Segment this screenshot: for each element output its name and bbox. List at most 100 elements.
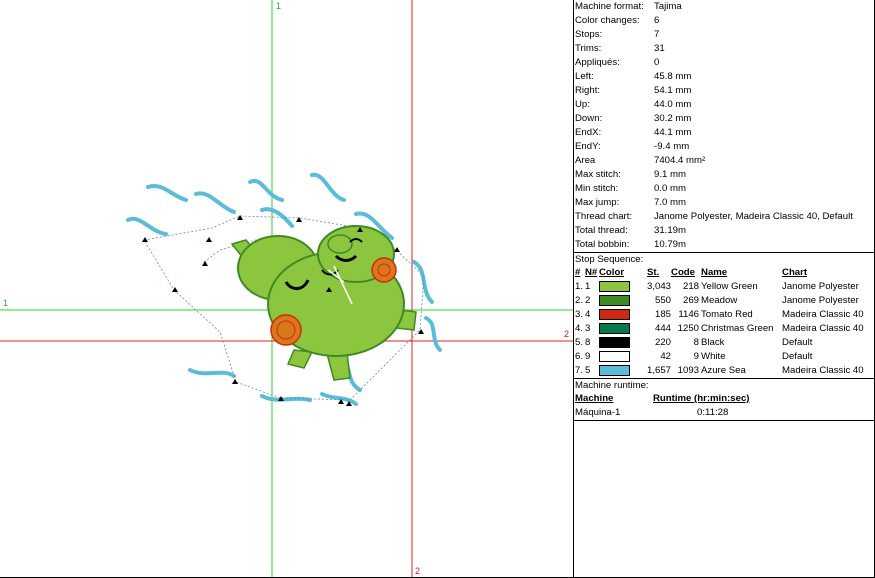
summary-label: Down: xyxy=(575,113,603,124)
summary-label: EndX: xyxy=(575,127,602,138)
col-num-header: # xyxy=(575,267,581,278)
design-canvas[interactable]: 1 1 2 2 xyxy=(0,0,574,578)
stop-stitch-count: 220 xyxy=(655,337,672,348)
summary-value: 0 xyxy=(654,57,660,68)
summary-row: Trims: 31 xyxy=(573,42,874,56)
red-guide-right-label: 2 xyxy=(564,329,570,339)
thread-name: Black xyxy=(701,337,725,348)
stop-sequence-table: # N# Color St. Code Name Chart 1. 1 3,043 2… xyxy=(573,266,874,378)
stop-sequence-header-row: # N# Color St. Code Name Chart xyxy=(573,266,874,280)
summary-label: EndY: xyxy=(575,141,601,152)
stop-sequence-section: Stop Sequence: # N# Color St. Code Name … xyxy=(573,253,874,379)
stop-num: 7. xyxy=(575,365,584,376)
summary-row: Max jump: 7.0 mm xyxy=(573,196,874,210)
summary-value: 30.2 mm xyxy=(654,113,692,124)
machine-runtime-title: Machine runtime: xyxy=(575,380,649,391)
summary-row: Max stitch: 9.1 mm xyxy=(573,168,874,182)
thread-name: Yellow Green xyxy=(701,281,758,292)
thread-color-swatch xyxy=(599,336,647,350)
summary-row: Min stitch: 0.0 mm xyxy=(573,182,874,196)
summary-value: 0.0 mm xyxy=(654,183,686,194)
stop-row: 2. 2 550 269 Meadow Janome Polyester xyxy=(573,294,874,308)
stop-stitch-count: 42 xyxy=(660,351,672,362)
summary-row: Total thread: 31.19m xyxy=(573,224,874,238)
summary-label: Stops: xyxy=(575,29,603,40)
stop-num: 2. xyxy=(575,295,584,306)
summary-value: 45.8 mm xyxy=(654,71,692,82)
stop-row: 3. 4 185 1146 Tomato Red Madeira Classic 40 xyxy=(573,308,874,322)
thread-code: 8 xyxy=(693,337,700,348)
col-code-header: Code xyxy=(671,267,695,278)
summary-row: Machine format: Tajima xyxy=(573,0,874,14)
summary-row: Color changes: 6 xyxy=(573,14,874,28)
green-guide-top-label: 1 xyxy=(276,1,282,11)
summary-label: Up: xyxy=(575,99,590,110)
stop-num: 1. xyxy=(575,281,584,292)
thread-code: 9 xyxy=(693,351,700,362)
stop-num: 3. xyxy=(575,309,584,320)
col-name-header: Name xyxy=(701,267,728,278)
color-swatch xyxy=(599,280,630,292)
summary-value: 10.79m xyxy=(654,239,686,250)
thread-name: Meadow xyxy=(701,295,738,306)
summary-value: -9.4 mm xyxy=(654,141,690,152)
col-machine-header: Machine xyxy=(575,393,614,404)
thread-color-swatch xyxy=(599,308,647,322)
thread-name: Azure Sea xyxy=(701,365,746,376)
thread-color-swatch xyxy=(599,322,647,336)
summary-value: 31.19m xyxy=(654,225,686,236)
stop-needle: 8 xyxy=(585,337,591,348)
summary-label: Trims: xyxy=(575,43,602,54)
summary-label: Max stitch: xyxy=(575,169,621,180)
design-summary: Machine format: Tajima Color changes: 6 Stop… xyxy=(573,0,874,253)
thread-name: White xyxy=(701,351,726,362)
stop-needle: 9 xyxy=(585,351,591,362)
summary-label: Min stitch: xyxy=(575,183,619,194)
summary-value: 44.0 mm xyxy=(654,99,692,110)
summary-row: Appliqués: 0 xyxy=(573,56,874,70)
stop-needle: 4 xyxy=(585,309,591,320)
thread-name: Christmas Green xyxy=(701,323,774,334)
summary-row: Down: 30.2 mm xyxy=(573,112,874,126)
thread-chart: Madeira Classic 40 xyxy=(782,323,864,334)
col-color-header: Color xyxy=(599,267,625,278)
stop-needle: 2 xyxy=(585,295,591,306)
col-chart-header: Chart xyxy=(782,267,808,278)
design-info-panel: Machine format: Tajima Color changes: 6 Stop… xyxy=(573,0,875,578)
stop-sequence-title: Stop Sequence: xyxy=(575,254,644,265)
summary-label: Right: xyxy=(575,85,601,96)
thread-chart: Default xyxy=(782,337,813,348)
stop-stitch-count: 444 xyxy=(655,323,672,334)
stop-row: 1. 1 3,043 218 Yellow Green Janome Polyester xyxy=(573,280,874,294)
summary-row: Left: 45.8 mm xyxy=(573,70,874,84)
thread-name: Tomato Red xyxy=(701,309,753,320)
summary-row: EndX: 44.1 mm xyxy=(573,126,874,140)
summary-row: Area 7404.4 mm² xyxy=(573,154,874,168)
thread-chart: Madeira Classic 40 xyxy=(782,309,864,320)
color-swatch xyxy=(599,322,630,334)
stop-row: 6. 9 42 9 White Default xyxy=(573,350,874,364)
summary-value: 6 xyxy=(654,15,660,26)
stop-num: 4. xyxy=(575,323,584,334)
summary-label: Left: xyxy=(575,71,594,82)
stop-needle: 1 xyxy=(585,281,591,292)
summary-value: 7404.4 mm² xyxy=(654,155,706,166)
summary-row: Total bobbin: 10.79m xyxy=(573,238,874,252)
color-swatch xyxy=(599,308,630,320)
summary-label: Appliqués: xyxy=(575,57,620,68)
col-runtime-header: Runtime (hr:min:sec) xyxy=(653,393,750,404)
summary-label: Total bobbin: xyxy=(575,239,630,250)
col-st-header: St. xyxy=(647,267,660,278)
thread-color-swatch xyxy=(599,280,647,294)
thread-chart: Madeira Classic 40 xyxy=(782,365,864,376)
stop-stitch-count: 1,657 xyxy=(647,365,672,376)
color-swatch xyxy=(599,364,630,376)
summary-row: Up: 44.0 mm xyxy=(573,98,874,112)
thread-code: 218 xyxy=(683,281,700,292)
summary-value: 44.1 mm xyxy=(654,127,692,138)
thread-chart: Default xyxy=(782,351,813,362)
summary-value: 7.0 mm xyxy=(654,197,686,208)
frog-embroidery xyxy=(230,225,417,381)
runtime-row: Máquina-1 0:11:28 xyxy=(573,406,874,420)
green-guide-left-label: 1 xyxy=(3,298,9,308)
